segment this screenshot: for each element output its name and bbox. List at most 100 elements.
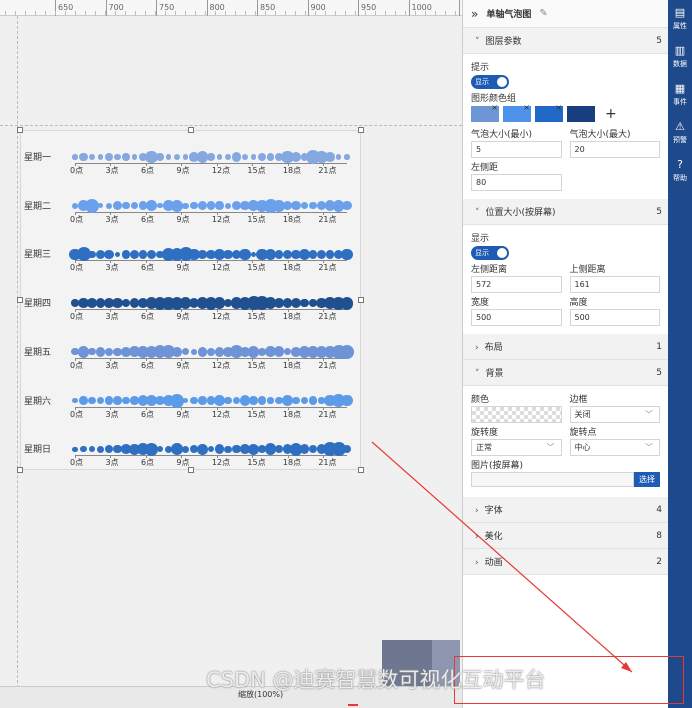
bubble[interactable] xyxy=(214,444,225,454)
bubble[interactable] xyxy=(104,249,114,260)
section-layer-params[interactable]: ˅ 图层参数 5 xyxy=(463,28,668,54)
color-swatch-2[interactable]: × xyxy=(503,103,531,122)
bg-image-input[interactable] xyxy=(471,472,634,487)
bubble[interactable] xyxy=(257,152,267,162)
resize-handle[interactable] xyxy=(358,297,364,303)
bubble[interactable] xyxy=(88,446,96,453)
bubble[interactable] xyxy=(88,250,96,259)
bubble[interactable] xyxy=(344,154,350,160)
bubble[interactable] xyxy=(207,446,215,453)
editor-canvas[interactable]: 6507007508008509009501000105011001150120… xyxy=(0,0,462,708)
bubble[interactable] xyxy=(283,348,292,356)
bubble[interactable] xyxy=(165,154,172,160)
bubble[interactable] xyxy=(197,200,208,211)
bubble[interactable] xyxy=(325,250,335,259)
color-swatch-3[interactable]: × xyxy=(535,103,563,122)
bubble[interactable] xyxy=(181,445,190,453)
bubble[interactable] xyxy=(300,298,309,308)
bubble[interactable] xyxy=(224,153,232,161)
bubble[interactable] xyxy=(112,200,123,211)
bubble[interactable] xyxy=(224,202,232,209)
bubble[interactable] xyxy=(72,397,78,404)
bubble[interactable] xyxy=(156,153,164,161)
bubble[interactable] xyxy=(171,199,183,212)
bubble[interactable] xyxy=(97,203,104,209)
left-margin-input[interactable]: 80 xyxy=(471,174,562,191)
bubble[interactable] xyxy=(95,347,106,357)
bubble[interactable] xyxy=(308,396,318,405)
section-animation[interactable]: › 动画 2 xyxy=(463,549,668,575)
bubble[interactable] xyxy=(197,443,208,455)
add-color-icon[interactable]: + xyxy=(605,106,617,122)
top-distance-input[interactable]: 161 xyxy=(569,276,660,293)
bubble[interactable] xyxy=(290,151,302,163)
bubble[interactable] xyxy=(342,444,352,454)
edit-icon[interactable]: ✎ xyxy=(539,8,547,19)
bubble[interactable] xyxy=(80,446,87,453)
bubble[interactable] xyxy=(79,396,88,405)
bubble[interactable] xyxy=(172,347,182,357)
bubble[interactable] xyxy=(129,249,140,260)
show-toggle[interactable]: 显示 xyxy=(471,246,509,260)
bubble[interactable] xyxy=(182,397,189,404)
bubble[interactable] xyxy=(273,346,285,358)
bubble[interactable] xyxy=(181,348,190,356)
bubble[interactable] xyxy=(249,396,258,405)
bubble[interactable] xyxy=(114,251,121,257)
bubble[interactable] xyxy=(72,154,78,160)
bubble[interactable] xyxy=(241,153,249,161)
bubble[interactable] xyxy=(342,200,352,211)
bubble[interactable] xyxy=(97,154,104,160)
bubble[interactable] xyxy=(215,201,224,210)
bubble[interactable] xyxy=(309,202,317,210)
remove-icon[interactable]: × xyxy=(523,103,530,112)
bubble[interactable] xyxy=(96,445,105,453)
bubble[interactable] xyxy=(88,396,96,405)
bubble[interactable] xyxy=(274,444,284,454)
section-layout[interactable]: › 布局 1 xyxy=(463,334,668,360)
resize-handle[interactable] xyxy=(17,297,23,303)
bubble[interactable] xyxy=(325,152,335,162)
bubble[interactable] xyxy=(96,396,105,405)
bubble[interactable] xyxy=(72,446,78,452)
bubble[interactable] xyxy=(85,198,99,213)
bubble[interactable] xyxy=(216,154,223,160)
section-beautify[interactable]: › 美化 8 xyxy=(463,523,668,549)
bubble[interactable] xyxy=(157,203,163,209)
section-font[interactable]: › 字体 4 xyxy=(463,497,668,523)
left-distance-input[interactable]: 572 xyxy=(471,276,562,293)
bubble[interactable] xyxy=(198,396,207,405)
bubble[interactable] xyxy=(182,154,189,160)
bubble[interactable] xyxy=(239,248,251,261)
bubble[interactable] xyxy=(340,296,354,310)
bubble[interactable] xyxy=(341,394,353,407)
bubble[interactable] xyxy=(138,250,148,259)
bubble[interactable] xyxy=(145,442,158,456)
bubble[interactable] xyxy=(190,348,198,355)
bubble[interactable] xyxy=(88,153,96,161)
width-input[interactable]: 500 xyxy=(471,309,562,326)
bubble[interactable] xyxy=(122,396,130,405)
rotate-select[interactable]: 正常 ﹀ xyxy=(471,439,562,456)
bubble[interactable] xyxy=(250,154,257,160)
bubble[interactable] xyxy=(299,444,310,454)
bubble[interactable] xyxy=(130,202,139,210)
sidebar-item-alarm[interactable]: ⚠ 预警 xyxy=(668,114,692,152)
bubble[interactable] xyxy=(146,249,157,260)
bubble[interactable] xyxy=(182,202,189,209)
bubble[interactable] xyxy=(291,200,301,211)
tip-toggle[interactable]: 显示 xyxy=(471,75,509,89)
bubble[interactable] xyxy=(316,249,327,260)
bubble[interactable] xyxy=(206,201,216,210)
resize-handle[interactable] xyxy=(17,127,23,133)
bubble[interactable] xyxy=(224,445,232,453)
bubble[interactable] xyxy=(114,153,121,161)
bubble[interactable] xyxy=(146,200,157,212)
bubble[interactable] xyxy=(207,153,215,161)
expand-icon[interactable]: » xyxy=(471,7,478,21)
bubble[interactable] xyxy=(190,202,198,210)
bubble[interactable] xyxy=(173,153,181,161)
sidebar-item-help[interactable]: ? 帮助 xyxy=(668,152,692,190)
height-input[interactable]: 500 xyxy=(569,309,660,326)
bubble[interactable] xyxy=(122,153,130,161)
